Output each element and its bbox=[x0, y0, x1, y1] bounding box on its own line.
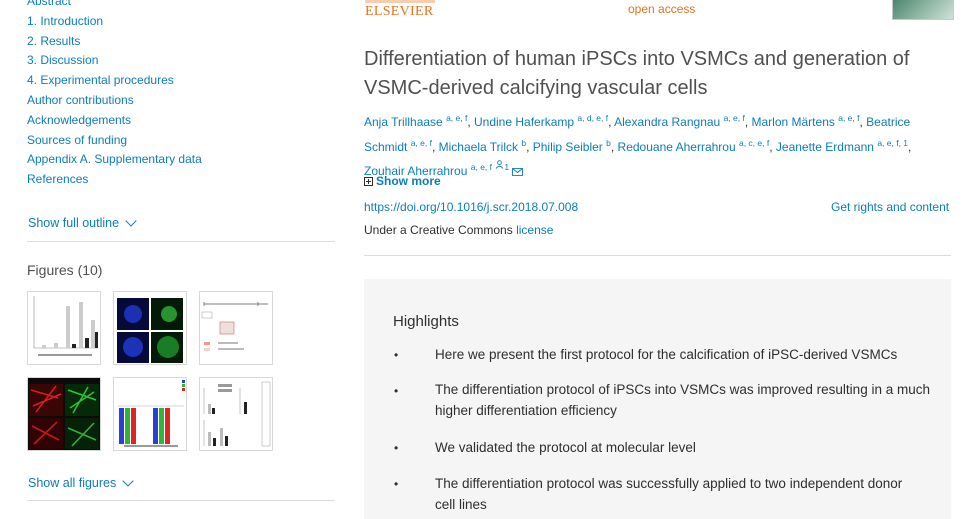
rights-link[interactable]: Get rights and content bbox=[831, 200, 949, 214]
author-link[interactable]: Anja Trillhaase bbox=[364, 115, 443, 129]
author-affiliation: a, c, e, f bbox=[738, 137, 770, 148]
show-all-figures-label: Show all figures bbox=[28, 476, 117, 490]
author-affiliation: a, e, f bbox=[723, 113, 745, 123]
show-all-figures-button[interactable]: Show all figures bbox=[28, 475, 134, 490]
highlight-item: The differentiation protocol of iPSCs in… bbox=[435, 382, 930, 418]
outline-item-references[interactable]: References bbox=[27, 170, 335, 190]
figure-thumbnail-multi-panel bbox=[203, 381, 271, 447]
chevron-down-icon bbox=[125, 215, 137, 227]
license-prefix: Under a Creative Commons bbox=[364, 223, 517, 237]
plus-box-icon bbox=[364, 176, 373, 186]
bullet-marker: • bbox=[394, 477, 399, 491]
outline-item-experimental-procedures[interactable]: 4. Experimental procedures bbox=[27, 71, 335, 91]
highlight-item: We validated the protocol at molecular l… bbox=[435, 440, 696, 455]
author-affiliation: a, e, f bbox=[838, 113, 860, 123]
figures-heading: Figures (10) bbox=[27, 262, 103, 278]
elsevier-tree-icon bbox=[365, 0, 435, 3]
author-link[interactable]: Jeanette Erdmann bbox=[776, 140, 874, 154]
highlights-heading: Highlights bbox=[393, 313, 459, 330]
doi-link[interactable]: https://doi.org/10.1016/j.scr.2018.07.00… bbox=[364, 200, 578, 214]
figure-thumbnail[interactable] bbox=[113, 291, 187, 365]
outline-item-discussion[interactable]: 3. Discussion bbox=[27, 51, 335, 71]
author-link[interactable]: Marlon Märtens bbox=[752, 115, 835, 129]
author-affiliation: a, e, f bbox=[470, 162, 493, 172]
figure-thumbnail-bar-chart bbox=[33, 296, 98, 356]
author-affiliation: a, e, f bbox=[410, 137, 432, 148]
envelope-icon[interactable] bbox=[512, 167, 524, 176]
corresponding-marker: 1 bbox=[504, 162, 510, 172]
author-affiliation: a, e, f, 1 bbox=[877, 137, 909, 148]
bullet-marker: • bbox=[394, 384, 399, 398]
divider bbox=[364, 255, 951, 256]
outline-item-author-contributions[interactable]: Author contributions bbox=[27, 91, 335, 111]
publisher-name: ELSEVIER bbox=[365, 4, 434, 19]
author-affiliation: a, e, f bbox=[446, 113, 468, 123]
show-more-label: Show more bbox=[376, 174, 441, 188]
figure-thumbnail[interactable] bbox=[113, 377, 187, 451]
figure-thumbnail-fluorescence bbox=[28, 378, 100, 450]
outline-item-acknowledgements[interactable]: Acknowledgements bbox=[27, 111, 335, 131]
figure-thumbnail[interactable] bbox=[199, 291, 273, 365]
outline-item-supplementary-data[interactable]: Appendix A. Supplementary data bbox=[27, 150, 335, 170]
divider bbox=[27, 500, 335, 501]
highlight-item: The differentiation protocol was success… bbox=[435, 476, 903, 512]
figure-thumbnail-protocol-diagram bbox=[201, 302, 268, 351]
person-icon bbox=[496, 160, 504, 169]
show-full-outline-label: Show full outline bbox=[28, 216, 120, 230]
author-link[interactable]: Undine Haferkamp bbox=[474, 115, 574, 129]
article-title: Differentiation of human iPSCs into VSMC… bbox=[364, 48, 910, 99]
author-link[interactable]: Philip Seibler bbox=[533, 140, 603, 154]
author-link[interactable]: Michaela Trilck bbox=[439, 140, 518, 154]
highlight-item: Here we present the first protocol for t… bbox=[435, 347, 898, 362]
license-link[interactable]: license bbox=[516, 223, 553, 237]
outline-item-results[interactable]: 2. Results bbox=[27, 32, 335, 52]
author-link[interactable]: Redouane Aherrahrou bbox=[618, 140, 736, 154]
divider bbox=[27, 241, 335, 242]
outline-item-sources-of-funding[interactable]: Sources of funding bbox=[27, 131, 335, 151]
chevron-down-icon bbox=[122, 475, 134, 487]
author-list: Anja Trillhaase a, e, f, Undine Haferkam… bbox=[364, 113, 912, 178]
article-outline: Abstract 1. Introduction 2. Results 3. D… bbox=[27, 0, 335, 190]
outline-item-introduction[interactable]: 1. Introduction bbox=[27, 12, 335, 32]
author-link[interactable]: Alexandra Rangnau bbox=[614, 115, 720, 129]
outline-item-abstract[interactable]: Abstract bbox=[27, 0, 335, 12]
figure-thumbnail-microscopy bbox=[117, 298, 183, 363]
show-more-button[interactable]: Show more bbox=[364, 174, 441, 188]
author-affiliation: a, d, e, f bbox=[577, 113, 609, 123]
open-access-label: open access bbox=[628, 2, 696, 16]
bullet-marker: • bbox=[394, 348, 399, 362]
show-full-outline-button[interactable]: Show full outline bbox=[28, 215, 137, 230]
bullet-marker: • bbox=[394, 441, 399, 455]
figure-thumbnail-grouped-bars bbox=[118, 380, 185, 447]
figure-thumbnail[interactable] bbox=[199, 377, 273, 451]
license-statement: Under a Creative Commons license bbox=[364, 223, 553, 237]
figure-thumbnail[interactable] bbox=[27, 291, 101, 365]
figure-thumbnail[interactable] bbox=[27, 377, 101, 451]
elsevier-logo[interactable]: ELSEVIER bbox=[365, 0, 435, 21]
journal-cover-image[interactable] bbox=[892, 0, 954, 20]
